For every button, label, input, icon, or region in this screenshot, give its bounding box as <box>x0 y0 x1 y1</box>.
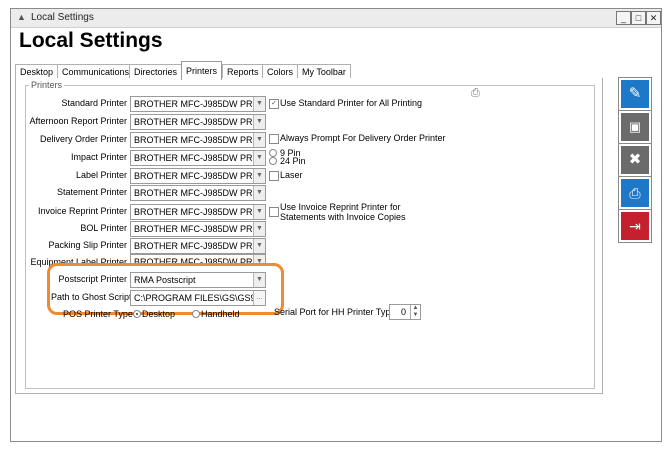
standard-printer-select[interactable]: BROTHER MFC-J985DW PRINT ▼ <box>130 96 266 112</box>
chevron-down-icon: ▼ <box>253 115 265 129</box>
delivery-order-printer-select[interactable]: BROTHER MFC-J985DW PRINT ▼ <box>130 132 266 148</box>
postscript-printer-label: Postscript Printer <box>58 274 127 284</box>
tab-colors[interactable]: Colors <box>262 64 299 79</box>
pos-printer-type-label: POS Printer Type <box>63 309 133 319</box>
label-printer-select[interactable]: BROTHER MFC-J985DW PRINT ▼ <box>130 168 266 184</box>
label-printer-label: Label Printer <box>75 170 127 180</box>
close-icon: ✖ <box>628 151 642 168</box>
floppy-disk-icon: ▣ <box>628 119 642 134</box>
serial-port-stepper[interactable]: 0 ▲ ▼ <box>389 304 421 320</box>
printer-settings-icon[interactable]: ⎙ <box>471 87 480 100</box>
pos-desktop-label: Desktop <box>142 309 176 319</box>
print-button[interactable]: ⎙ <box>618 176 652 210</box>
app-icon: ▲ <box>17 12 26 22</box>
tab-printers[interactable]: Printers <box>181 61 223 80</box>
tab-my-toolbar[interactable]: My Toolbar <box>297 64 351 79</box>
packing-slip-printer-label: Packing Slip Printer <box>48 240 127 250</box>
pos-handheld-label: Handheld <box>201 309 240 319</box>
tab-reports[interactable]: Reports <box>222 64 264 79</box>
afternoon-report-printer-label: Afternoon Report Printer <box>29 116 127 126</box>
use-standard-label: Use Standard Printer for All Printing <box>280 98 423 108</box>
tab-desktop[interactable]: Desktop <box>15 64 59 79</box>
delivery-order-printer-label: Delivery Order Printer <box>39 134 127 144</box>
twenty-four-pin-label: 24 Pin <box>280 156 306 166</box>
bol-printer-select[interactable]: BROTHER MFC-J985DW PRINT ▼ <box>130 221 266 237</box>
bol-printer-label: BOL Printer <box>80 223 127 233</box>
chevron-down-icon: ▼ <box>253 151 265 165</box>
ghost-script-path-field[interactable]: C:\PROGRAM FILES\GS\GS9.20… <box>130 290 266 306</box>
browse-icon: … <box>253 291 265 305</box>
window-title: Local Settings <box>31 12 94 23</box>
pos-desktop-radio[interactable] <box>133 310 141 318</box>
page-title: Local Settings <box>19 29 163 52</box>
packing-slip-printer-select[interactable]: BROTHER MFC-J985DW PRINT ▼ <box>130 238 266 254</box>
pencil-icon: ✎ <box>628 85 642 102</box>
minimize-button[interactable]: _ <box>616 11 631 25</box>
serial-port-value: 0 <box>401 307 407 317</box>
laser-checkbox[interactable] <box>269 171 279 181</box>
chevron-down-icon: ▼ <box>253 239 265 253</box>
invoice-reprint-label-line1: Use Invoice Reprint Printer for <box>280 202 401 212</box>
stepper-arrows-icon: ▲ ▼ <box>410 305 420 319</box>
use-standard-checkbox[interactable]: ✓ <box>269 99 279 109</box>
pos-handheld-radio[interactable] <box>192 310 200 318</box>
invoice-reprint-printer-select[interactable]: BROTHER MFC-J985DW PRINT ▼ <box>130 204 266 220</box>
invoice-reprint-checkbox[interactable] <box>269 207 279 217</box>
laser-label: Laser <box>280 170 303 180</box>
always-prompt-label: Always Prompt For Delivery Order Printer <box>280 133 446 143</box>
postscript-printer-select[interactable]: RMA Postscript ▼ <box>130 272 266 288</box>
invoice-reprint-printer-label: Invoice Reprint Printer <box>37 206 127 216</box>
exit-door-icon: ⇥ <box>629 218 641 234</box>
printers-group-label: Printers <box>29 80 65 90</box>
invoice-reprint-label-line2: Statements with Invoice Copies <box>280 212 406 222</box>
always-prompt-checkbox[interactable] <box>269 134 279 144</box>
nine-pin-radio[interactable] <box>269 149 277 157</box>
maximize-button[interactable]: □ <box>631 11 646 25</box>
save-button[interactable]: ▣ <box>618 110 652 144</box>
chevron-down-icon: ▼ <box>253 186 265 200</box>
chevron-down-icon: ▼ <box>253 205 265 219</box>
local-settings-window: ▲ Local Settings _ □ ✕ Local Settings De… <box>10 8 662 442</box>
chevron-down-icon: ▼ <box>253 222 265 236</box>
chevron-down-icon: ▼ <box>253 97 265 111</box>
printers-group <box>25 85 595 389</box>
tab-directories[interactable]: Directories <box>129 64 183 79</box>
impact-printer-select[interactable]: BROTHER MFC-J985DW PRINT ▼ <box>130 150 266 166</box>
twenty-four-pin-radio[interactable] <box>269 157 277 165</box>
standard-printer-label: Standard Printer <box>61 98 127 108</box>
exit-button[interactable]: ⇥ <box>618 209 652 243</box>
chevron-down-icon: ▼ <box>253 169 265 183</box>
cancel-button[interactable]: ✖ <box>618 143 652 177</box>
afternoon-report-printer-select[interactable]: BROTHER MFC-J985DW PRINT ▼ <box>130 114 266 130</box>
printer-icon: ⎙ <box>629 185 641 201</box>
title-bar: ▲ Local Settings _ □ ✕ <box>11 9 661 28</box>
edit-button[interactable]: ✎ <box>618 77 652 111</box>
statement-printer-label: Statement Printer <box>56 187 127 197</box>
close-window-button[interactable]: ✕ <box>646 11 661 25</box>
impact-printer-label: Impact Printer <box>70 152 127 162</box>
statement-printer-select[interactable]: BROTHER MFC-J985DW PRINT ▼ <box>130 185 266 201</box>
postscript-highlight <box>47 263 284 315</box>
ghost-script-path-label: Path to Ghost Script <box>51 292 132 302</box>
tab-communications[interactable]: Communications <box>57 64 135 79</box>
chevron-down-icon: ▼ <box>253 133 265 147</box>
chevron-down-icon: ▼ <box>253 273 265 287</box>
serial-port-label: Serial Port for HH Printer Type <box>274 307 396 317</box>
